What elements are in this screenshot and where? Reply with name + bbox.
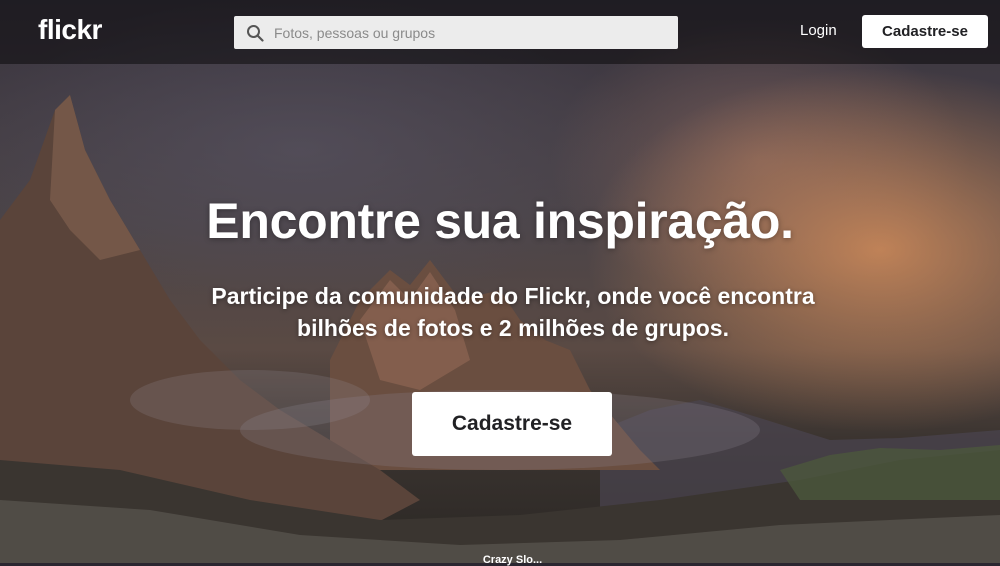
header-signup-button[interactable]: Cadastre-se — [862, 15, 988, 48]
hero-headline: Encontre sua inspiração. — [206, 193, 794, 249]
hero-signup-button[interactable]: Cadastre-se — [412, 392, 612, 456]
hero-subheadline: Participe da comunidade do Flickr, onde … — [211, 283, 815, 341]
search-box[interactable] — [234, 16, 678, 49]
photo-credit[interactable]: Crazy Slo... — [0, 554, 1000, 566]
search-icon[interactable] — [246, 24, 264, 42]
flickr-logo[interactable]: flickr — [38, 14, 102, 46]
login-link[interactable]: Login — [800, 22, 837, 39]
search-input[interactable] — [274, 24, 654, 41]
top-navigation-bar: flickr Login Cadastre-se — [0, 0, 1000, 64]
